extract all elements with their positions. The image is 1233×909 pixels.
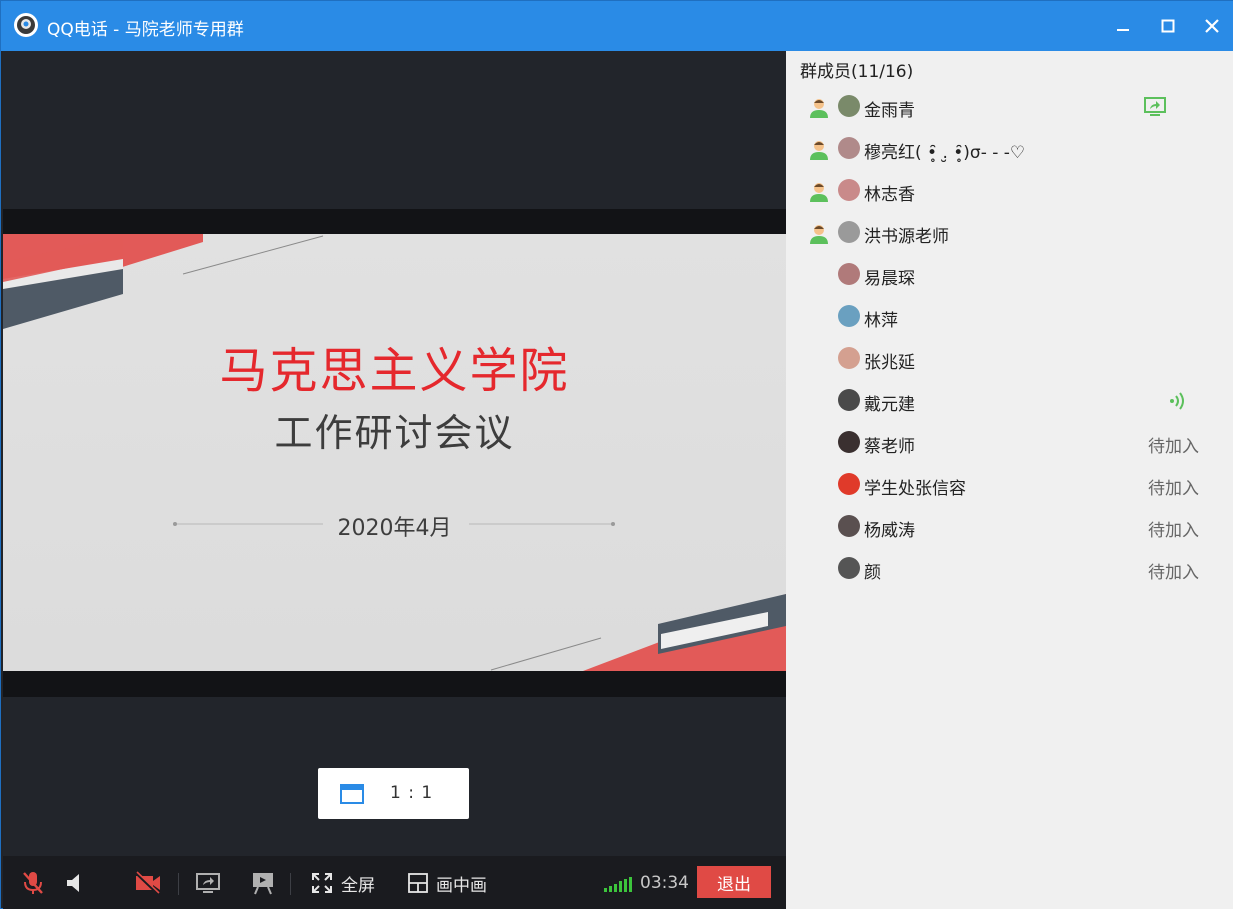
shared-slide: 马克思主义学院 工作研讨会议 2020年4月 [3,234,786,671]
toolbar-divider [290,873,291,895]
member-row[interactable]: 学生处张信容 待加入 [786,464,1233,506]
fullscreen-icon [312,873,332,893]
speaker-button[interactable] [65,870,85,896]
speaker-icon [67,874,79,892]
speaking-icon [1168,391,1188,415]
avatar [838,221,860,243]
avatar [838,137,860,159]
member-name: 学生处张信容 [864,479,966,499]
member-name: 戴元建 [864,395,915,415]
maximize-icon [1161,19,1175,33]
minimize-icon [1117,29,1129,31]
aspect-ratio-button[interactable]: 1 : 1 [318,768,469,819]
member-row[interactable]: 穆亮红( •̥̑ .̮ •̥̑)σ- - -♡ [786,128,1233,170]
avatar [838,305,860,327]
picture-in-picture-label: 画中画 [436,875,487,896]
member-status: 待加入 [1148,437,1199,457]
slide-title: 马克思主义学院 [219,343,570,399]
mic-toggle-button[interactable] [21,870,45,896]
member-name: 林志香 [864,185,915,205]
member-status: 待加入 [1148,479,1199,499]
fullscreen-button[interactable]: 全屏 [311,870,375,896]
video-stage[interactable]: 马克思主义学院 工作研讨会议 2020年4月 1 : 1 [3,51,786,856]
avatar [838,557,860,579]
host-user-icon [808,181,830,207]
mic-muted-icon [23,872,43,894]
avatar [838,263,860,285]
aspect-ratio-label: 1 : 1 [390,783,434,803]
close-button[interactable] [1197,11,1227,41]
host-user-icon [808,97,830,123]
avatar [838,389,860,411]
close-icon [1205,19,1219,33]
call-toolbar: 全屏 画中画 03:34 退出 [3,856,786,909]
member-name: 杨威涛 [864,521,915,541]
camera-toggle-button[interactable] [134,870,162,896]
members-panel: 群成员(11/16) 金雨青穆亮红( •̥̑ .̮ •̥̑)σ- - -♡ 林志香… [786,51,1233,909]
share-screen-icon [196,873,220,893]
window-title: QQ电话 - 马院老师专用群 [47,20,244,40]
maximize-button[interactable] [1153,11,1183,41]
picture-in-picture-button[interactable]: 画中画 [408,870,487,896]
screen-share-icon [1144,97,1166,121]
host-user-icon [808,223,830,249]
member-name: 易晨琛 [864,269,915,289]
toolbar-divider [178,873,179,895]
qq-call-window: QQ电话 - 马院老师专用群 马克思主义学院 工作研讨会议 2020年4月 1 … [0,0,1233,909]
presentation-icon [253,873,273,895]
signal-strength-icon [604,877,632,892]
fullscreen-label: 全屏 [341,875,375,896]
member-name: 蔡老师 [864,437,915,457]
presentation-button[interactable] [250,870,276,896]
member-name: 颜 [864,563,881,583]
member-name: 金雨青 [864,101,915,121]
call-timer: 03:34 [640,873,689,893]
slide-date: 2020年4月 [337,516,452,541]
member-name: 穆亮红( •̥̑ .̮ •̥̑)σ- - -♡ [864,143,1026,163]
member-row[interactable]: 戴元建 [786,380,1233,422]
member-status: 待加入 [1148,563,1199,583]
avatar [838,179,860,201]
member-name: 洪书源老师 [864,227,949,247]
avatar [838,431,860,453]
member-row[interactable]: 洪书源老师 [786,212,1233,254]
camera-off-icon [135,871,160,895]
avatar [838,515,860,537]
member-status: 待加入 [1148,521,1199,541]
avatar [838,95,860,117]
member-row[interactable]: 张兆延 [786,338,1233,380]
avatar [838,473,860,495]
members-header: 群成员(11/16) [800,62,914,82]
member-row[interactable]: 林志香 [786,170,1233,212]
member-row[interactable]: 林萍 [786,296,1233,338]
member-row[interactable]: 杨威涛 待加入 [786,506,1233,548]
exit-call-button[interactable]: 退出 [697,866,771,898]
qq-penguin-icon [13,12,39,38]
member-row[interactable]: 易晨琛 [786,254,1233,296]
member-row[interactable]: 颜 待加入 [786,548,1233,590]
avatar [838,347,860,369]
member-row[interactable]: 金雨青 [786,86,1233,128]
host-user-icon [808,139,830,165]
window-ratio-icon [340,784,364,804]
share-screen-button[interactable] [195,870,221,896]
picture-in-picture-icon [408,873,428,893]
member-name: 张兆延 [864,353,915,373]
member-row[interactable]: 蔡老师 待加入 [786,422,1233,464]
member-name: 林萍 [864,311,898,331]
slide-subtitle: 工作研讨会议 [274,411,515,455]
title-bar[interactable]: QQ电话 - 马院老师专用群 [1,1,1233,51]
minimize-button[interactable] [1108,11,1138,41]
